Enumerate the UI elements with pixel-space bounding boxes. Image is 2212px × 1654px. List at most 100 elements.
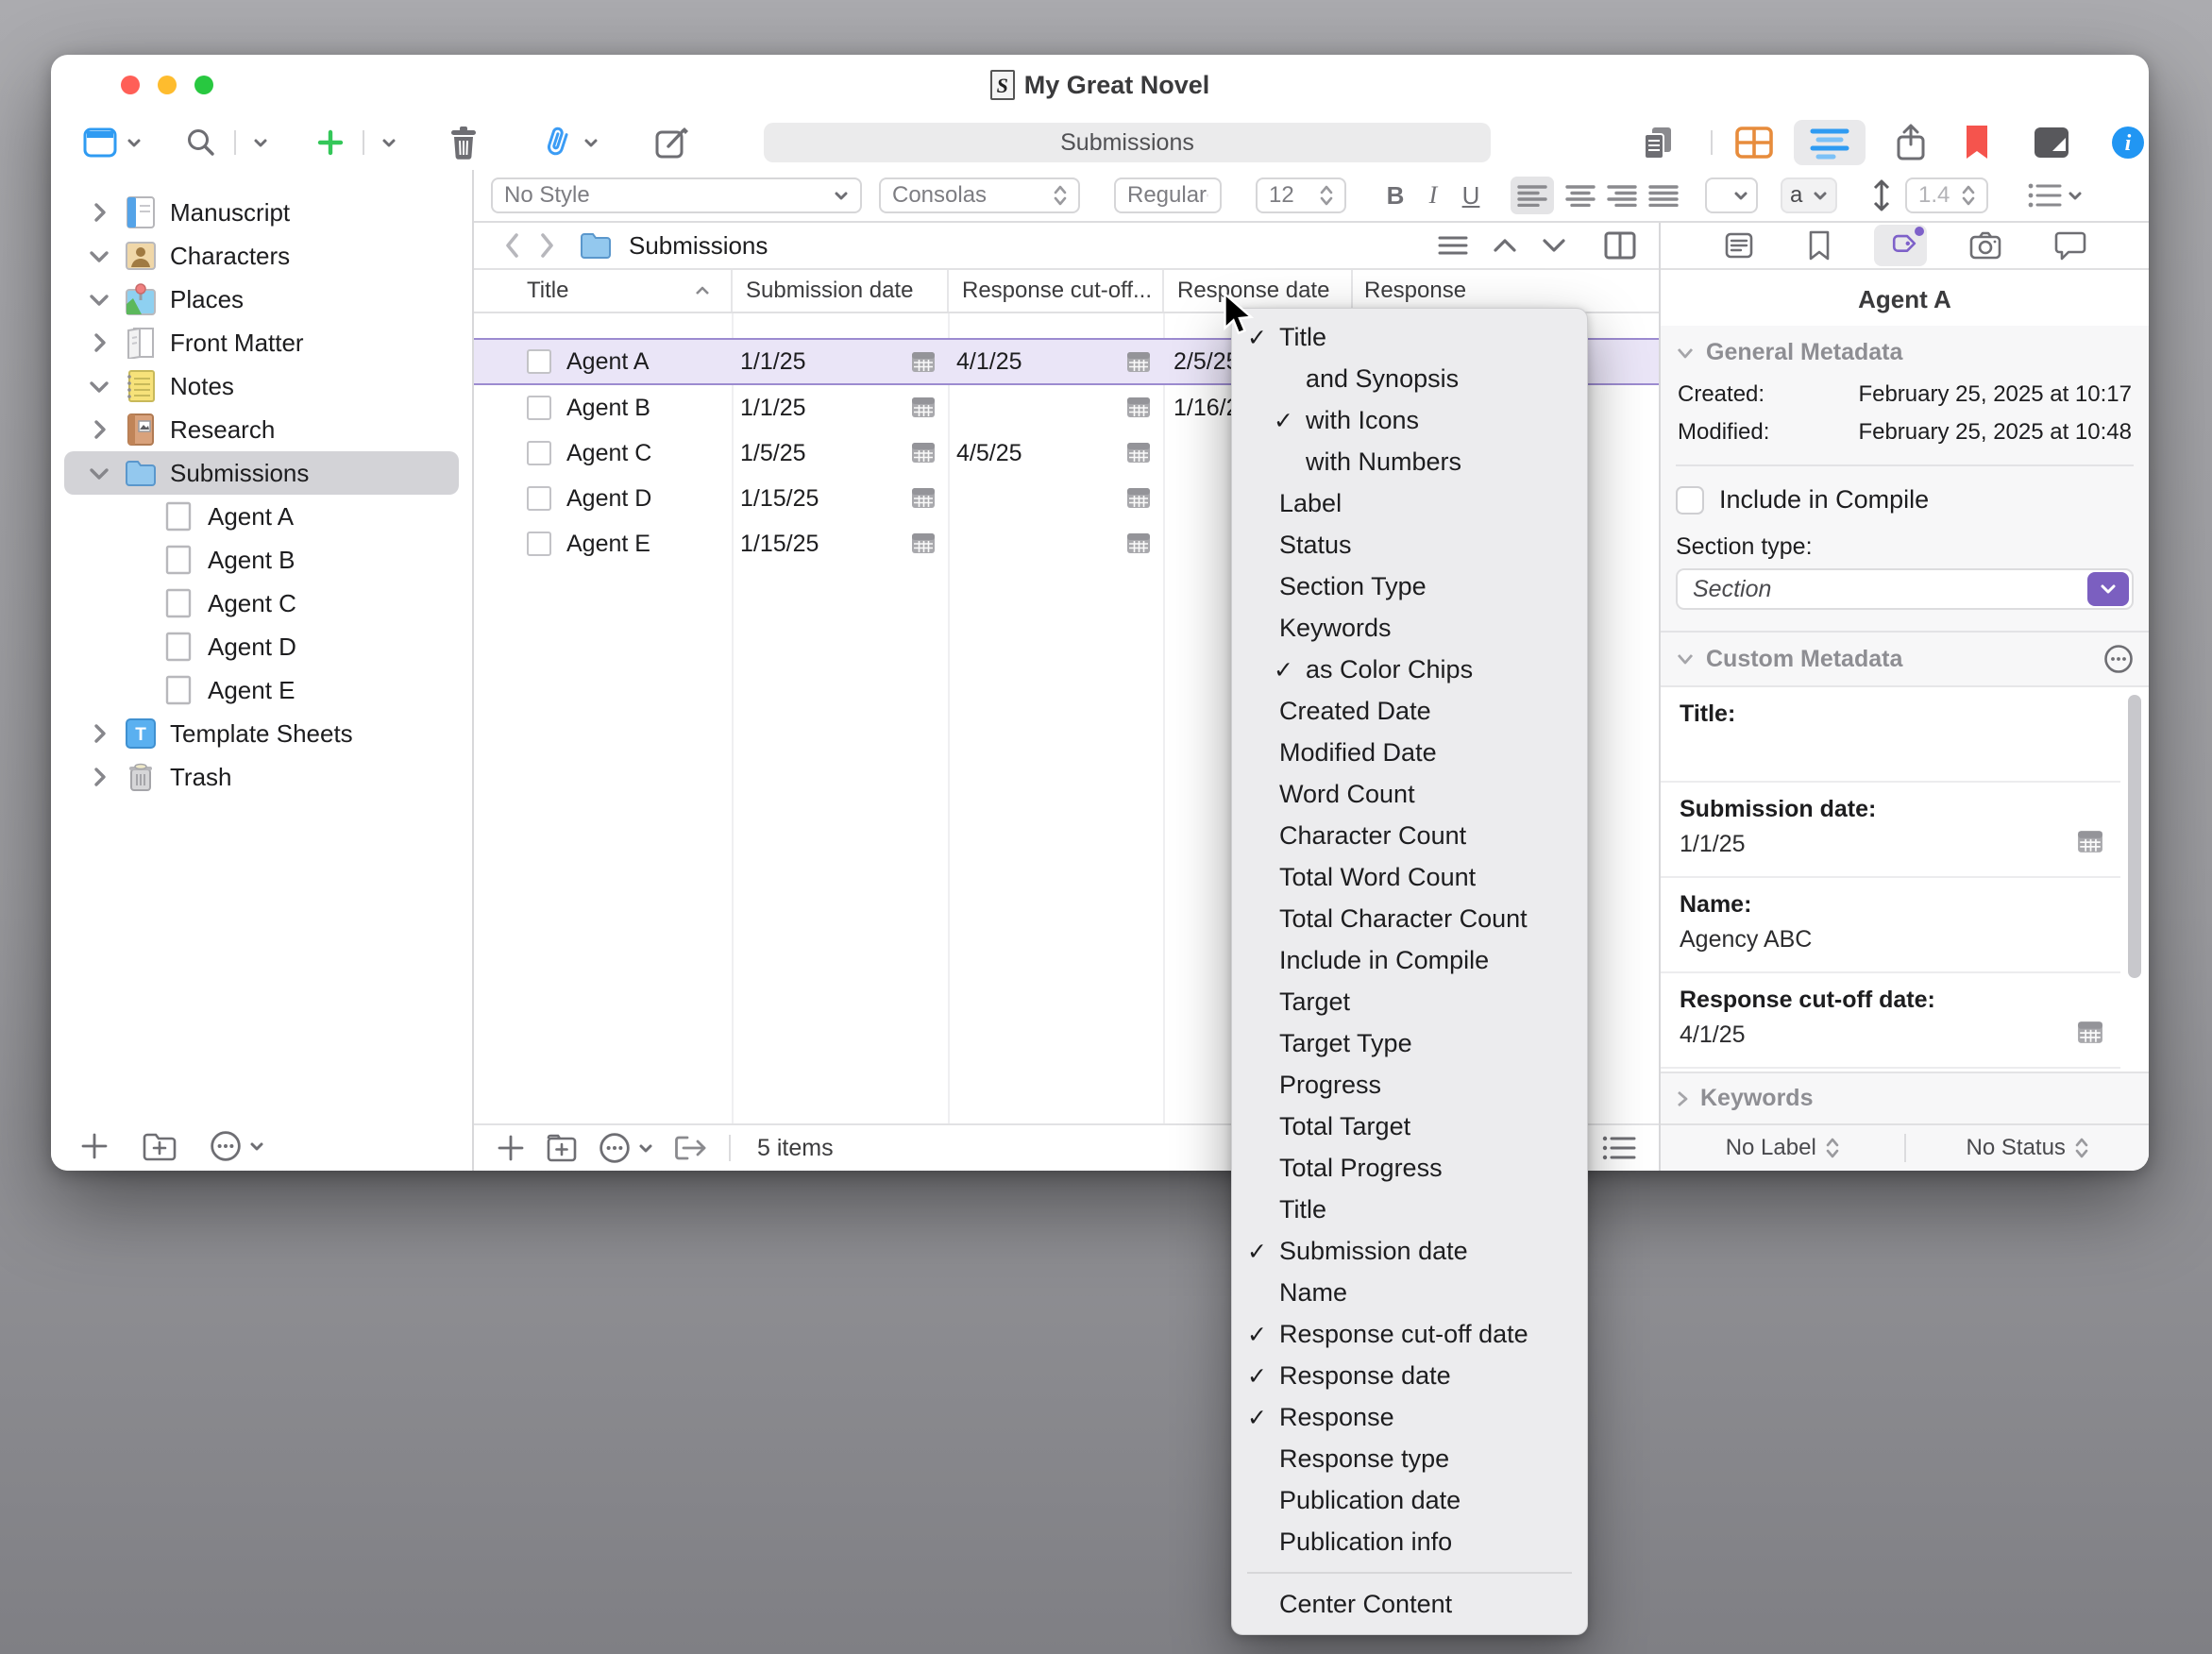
include-in-compile-checkbox[interactable] xyxy=(1676,486,1704,515)
sidebar-item-submissions[interactable]: Submissions xyxy=(64,451,459,495)
column-header-title[interactable]: Title xyxy=(474,270,733,312)
search-icon[interactable] xyxy=(185,127,217,159)
sidebar-item-characters[interactable]: Characters xyxy=(64,234,459,278)
keywords-header[interactable]: Keywords xyxy=(1661,1072,2149,1123)
copyholder-icon[interactable] xyxy=(1639,124,1677,161)
sidebar-item-agent-c[interactable]: Agent C xyxy=(64,582,459,625)
highlight-select[interactable]: a xyxy=(1781,177,1837,213)
sidebar-item-agent-e[interactable]: Agent E xyxy=(64,668,459,712)
search-chevron-icon[interactable] xyxy=(253,135,268,150)
sidebar-item-places[interactable]: Places xyxy=(64,278,459,321)
menu-item[interactable]: Status xyxy=(1232,524,1587,565)
export-icon[interactable] xyxy=(674,1134,708,1162)
custom-metadata-more-icon[interactable] xyxy=(2103,644,2134,674)
label-select[interactable]: No Label xyxy=(1661,1135,1904,1161)
chevron-down-icon[interactable] xyxy=(87,461,111,485)
menu-item[interactable]: Character Count xyxy=(1232,815,1587,856)
sidebar-item-trash[interactable]: Trash xyxy=(64,755,459,799)
align-justify-button[interactable] xyxy=(1648,184,1679,207)
next-document-icon[interactable] xyxy=(1542,238,1566,253)
menu-item[interactable]: Total Target xyxy=(1232,1105,1587,1147)
custom-field-value[interactable]: 1/1/25 xyxy=(1680,831,1746,858)
add-item-icon[interactable] xyxy=(497,1134,525,1162)
custom-metadata-scrollbar[interactable] xyxy=(2128,695,2141,978)
binder-toggle-chevron-icon[interactable] xyxy=(127,135,142,150)
attachment-chevron-icon[interactable] xyxy=(583,135,599,150)
chevron-right-icon[interactable] xyxy=(87,721,111,746)
calendar-icon[interactable] xyxy=(911,396,936,418)
menu-item[interactable] xyxy=(1247,1572,1572,1574)
section-type-dropdown-button[interactable] xyxy=(2087,572,2129,606)
menu-item[interactable]: Word Count xyxy=(1232,773,1587,815)
split-editor-icon[interactable] xyxy=(1604,231,1636,260)
minimize-button[interactable] xyxy=(158,76,177,94)
calendar-icon[interactable] xyxy=(911,532,936,554)
column-header-response-cutoff[interactable]: Response cut-off... xyxy=(949,270,1164,312)
menu-item[interactable]: Target xyxy=(1232,981,1587,1022)
add-folder-icon[interactable] xyxy=(546,1133,578,1163)
trash-icon[interactable] xyxy=(447,126,480,160)
menu-item[interactable]: Label xyxy=(1232,482,1587,524)
metadata-tab-icon[interactable] xyxy=(1874,225,1927,266)
submission-date-value[interactable]: 1/1/25 xyxy=(740,348,806,376)
calendar-icon[interactable] xyxy=(911,486,936,509)
calendar-icon[interactable] xyxy=(1126,396,1151,418)
quick-reference-icon[interactable] xyxy=(2034,127,2069,159)
bookmarks-tab-icon[interactable] xyxy=(1797,225,1842,266)
compose-icon[interactable] xyxy=(655,126,691,160)
attachment-icon[interactable] xyxy=(540,125,574,160)
row-checkbox[interactable] xyxy=(527,349,551,374)
row-checkbox[interactable] xyxy=(527,486,551,511)
italic-button[interactable]: I xyxy=(1414,181,1452,210)
menu-item[interactable]: Created Date xyxy=(1232,690,1587,732)
calendar-icon[interactable] xyxy=(1126,441,1151,464)
submission-date-value[interactable]: 1/15/25 xyxy=(740,531,819,558)
bookmark-icon[interactable] xyxy=(1966,126,1988,160)
style-select[interactable]: No Style xyxy=(491,177,862,213)
row-checkbox[interactable] xyxy=(527,396,551,420)
general-metadata-header[interactable]: General Metadata xyxy=(1661,326,2149,376)
editor-menu-icon[interactable] xyxy=(1438,234,1468,257)
menu-item[interactable]: Keywords xyxy=(1232,607,1587,649)
status-select[interactable]: No Status xyxy=(1906,1135,2150,1161)
column-header-response[interactable]: Response xyxy=(1353,270,1659,312)
menu-item[interactable]: Publication info xyxy=(1232,1521,1587,1562)
corkboard-view-icon[interactable] xyxy=(1735,127,1773,159)
custom-metadata-header[interactable]: Custom Metadata xyxy=(1661,631,2149,685)
sidebar-item-manuscript[interactable]: Manuscript xyxy=(64,191,459,234)
row-checkbox[interactable] xyxy=(527,532,551,556)
menu-item[interactable]: Include in Compile xyxy=(1232,939,1587,981)
font-select[interactable]: Consolas xyxy=(879,177,1080,213)
more-options-icon[interactable] xyxy=(210,1130,242,1162)
font-variant-select[interactable]: Regular xyxy=(1114,177,1222,213)
row-checkbox[interactable] xyxy=(527,441,551,465)
forward-icon[interactable] xyxy=(536,231,557,260)
sidebar-item-agent-d[interactable]: Agent D xyxy=(64,625,459,668)
section-type-select[interactable]: Section xyxy=(1676,568,2134,610)
chevron-down-icon[interactable] xyxy=(87,374,111,398)
menu-item[interactable]: and Synopsis xyxy=(1232,358,1587,399)
chevron-right-icon[interactable] xyxy=(87,417,111,442)
menu-item[interactable]: Name xyxy=(1232,1272,1587,1313)
previous-document-icon[interactable] xyxy=(1493,238,1517,253)
submission-date-value[interactable]: 1/15/25 xyxy=(740,485,819,513)
menu-item[interactable]: ✓ Response date xyxy=(1232,1355,1587,1396)
menu-item[interactable]: Section Type xyxy=(1232,565,1587,607)
font-size-select[interactable]: 12 xyxy=(1256,177,1346,213)
sidebar-item-agent-b[interactable]: Agent B xyxy=(64,538,459,582)
calendar-icon[interactable] xyxy=(2077,829,2103,853)
menu-item[interactable]: ✓ Submission date xyxy=(1232,1230,1587,1272)
menu-item[interactable]: ✓ Title xyxy=(1232,316,1587,358)
menu-item[interactable]: Total Word Count xyxy=(1232,856,1587,898)
add-chevron-icon[interactable] xyxy=(381,135,397,150)
chevron-down-icon[interactable] xyxy=(87,287,111,312)
outline-list-icon[interactable] xyxy=(1602,1134,1636,1162)
response-cutoff-value[interactable]: 4/1/25 xyxy=(956,348,1022,376)
menu-item[interactable]: Progress xyxy=(1232,1064,1587,1105)
more-options-chevron-icon[interactable] xyxy=(249,1139,264,1154)
add-document-icon[interactable] xyxy=(79,1131,110,1161)
menu-item[interactable]: ✓ as Color Chips xyxy=(1232,649,1587,690)
sidebar-item-agent-a[interactable]: Agent A xyxy=(64,495,459,538)
align-left-button[interactable] xyxy=(1511,177,1554,214)
calendar-icon[interactable] xyxy=(2077,1020,2103,1044)
